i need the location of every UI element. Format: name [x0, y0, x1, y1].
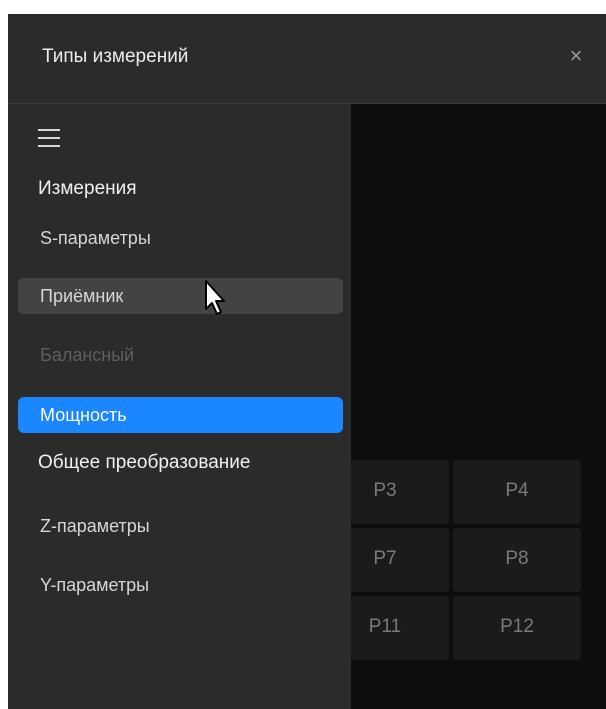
menu-item-power[interactable]: Мощность: [18, 397, 343, 433]
menu-item-receiver[interactable]: Приёмник: [18, 278, 343, 314]
measurement-types-dialog: P3 P4 P7 P8 P11 P12 Типы измерений × Изм…: [8, 14, 606, 709]
port-cell-p8[interactable]: P8: [453, 528, 581, 592]
menu-item-z-parameters[interactable]: Z-параметры: [18, 508, 343, 544]
hamburger-menu-icon[interactable]: [38, 129, 60, 147]
section-heading-measurements: Измерения: [38, 178, 137, 199]
menu-item-label: Приёмник: [40, 286, 124, 306]
menu-item-label: Z-параметры: [40, 516, 150, 536]
mouse-pointer-icon: [205, 280, 225, 315]
menu-item-label: Y-параметры: [40, 575, 150, 595]
menu-item-label: Мощность: [40, 405, 127, 425]
dialog-titlebar: Типы измерений ×: [8, 14, 606, 104]
menu-item-s-parameters[interactable]: S-параметры: [18, 220, 343, 256]
section-heading-general-conversion: Общее преобразование: [38, 452, 251, 473]
menu-item-label: Балансный: [40, 345, 135, 365]
menu-item-y-parameters[interactable]: Y-параметры: [18, 567, 343, 603]
port-label: P4: [505, 480, 529, 501]
port-label: P8: [505, 548, 529, 569]
port-cell-p4[interactable]: P4: [453, 460, 581, 524]
dialog-title: Типы измерений: [42, 46, 189, 67]
close-icon[interactable]: ×: [564, 44, 588, 68]
measurement-type-sidebar: Измерения S-параметры Приёмник Балансный…: [8, 104, 351, 709]
port-cell-p12[interactable]: P12: [453, 596, 581, 660]
menu-item-balanced: Балансный: [18, 337, 343, 373]
port-label: P12: [500, 616, 534, 637]
menu-item-label: S-параметры: [40, 228, 151, 248]
